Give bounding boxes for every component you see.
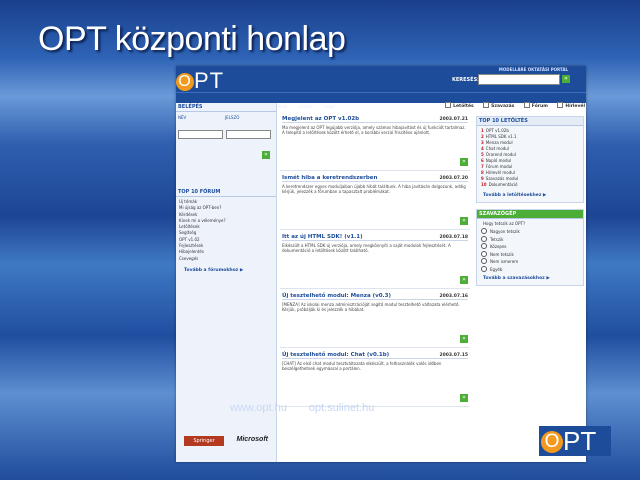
- tab-poll[interactable]: Szavazás: [483, 102, 514, 109]
- poll-box: SZAVAZÓGÉP Hogy tetszik az OPT? Nagyon t…: [476, 209, 584, 286]
- radio-icon: [481, 235, 487, 242]
- downloads-more-link[interactable]: Tovább a letöltésekhez ▶: [477, 190, 583, 202]
- radio-icon: [481, 258, 487, 264]
- news-article: Új tesztelhető modul: Menza (v0.3) 2003.0…: [280, 291, 470, 348]
- forum-item[interactable]: Csevegés: [179, 256, 273, 262]
- right-column: TOP 10 LETÖLTÉS 1 OPT v1.02b 2 HTML SDK v1…: [476, 116, 584, 462]
- slide-title: OPT központi honlap: [38, 20, 346, 58]
- tab-downloads[interactable]: Letöltés: [445, 102, 474, 109]
- article-title[interactable]: Megjelent az OPT v1.02b: [282, 116, 359, 122]
- download-item[interactable]: 10 Dokumentáció: [481, 182, 579, 188]
- article-date: 2003.07.15: [439, 352, 468, 358]
- news-article: Ismét hiba a keretrendszerben 2003.07.20 …: [280, 173, 470, 230]
- article-title[interactable]: Itt az új HTML SDK! (v1.1): [282, 234, 363, 240]
- forum-list: Új témák Mi újság az OPT-ben? Kérdések K…: [176, 197, 276, 264]
- username-field[interactable]: [178, 130, 223, 139]
- article-body: Elkészült a HTML SDK új verziója, amely …: [282, 243, 451, 254]
- login-title: BELÉPÉS: [176, 103, 276, 112]
- radio-icon: [481, 250, 487, 257]
- article-title[interactable]: Új tesztelhető modul: Chat (v0.1b): [282, 352, 389, 358]
- article-body: A keretrendszer egyes moduljaiban újabb …: [282, 184, 466, 195]
- top-links[interactable]: MODELLÁRE OKTATÁSI PORTÁL: [499, 67, 568, 72]
- password-field[interactable]: [226, 130, 271, 139]
- downloads-list: 1 OPT v1.02b 2 HTML SDK v1.1 3 Menza modul …: [477, 126, 583, 190]
- forum-more-link[interactable]: Tovább a fórumokhoz ▶: [184, 268, 268, 273]
- microsoft-logo: Microsoft: [236, 436, 269, 443]
- username-label: NÉV: [178, 115, 187, 120]
- forum-title: TOP 10 FÓRUM: [176, 188, 276, 197]
- login-go-button[interactable]: »: [262, 151, 270, 159]
- article-body: [MENZA] Az iskolai menza adminisztrációj…: [282, 302, 460, 313]
- tab-forum[interactable]: Fórum: [523, 102, 548, 109]
- article-date: 2003.07.18: [439, 234, 468, 240]
- news-article: Itt az új HTML SDK! (v1.1) 2003.07.18 Elk…: [280, 232, 470, 289]
- article-title[interactable]: Ismét hiba a keretrendszerben: [282, 175, 377, 181]
- url-watermark: www.opt.hu opt.sulinet.hu: [230, 402, 375, 414]
- downloads-title: TOP 10 LETÖLTÉS: [477, 117, 583, 126]
- news-article: Új tesztelhető modul: Chat (v0.1b) 2003.0…: [280, 350, 470, 407]
- poll-option[interactable]: Nem tetszik: [477, 250, 583, 259]
- article-date: 2003.07.20: [439, 175, 468, 181]
- search-input[interactable]: [478, 74, 560, 85]
- article-title[interactable]: Új tesztelhető modul: Menza (v0.3): [282, 293, 391, 299]
- article-more-button[interactable]: »: [460, 158, 468, 166]
- poll-option[interactable]: Tetszik: [477, 235, 583, 244]
- poll-question: Hogy tetszik az OPT?: [483, 221, 526, 226]
- article-more-button[interactable]: »: [460, 217, 468, 225]
- poll-more-link[interactable]: Tovább a szavazásokhoz ▶: [477, 273, 583, 285]
- opt-corner-logo: O PT: [539, 426, 611, 456]
- poll-option[interactable]: Nem ismerem: [477, 258, 583, 266]
- downloads-box: TOP 10 LETÖLTÉS 1 OPT v1.02b 2 HTML SDK v1…: [476, 116, 584, 203]
- search-go-button[interactable]: »: [562, 75, 570, 83]
- poll-option[interactable]: Nagyon tetszik: [477, 228, 583, 236]
- poll-title: SZAVAZÓGÉP: [477, 210, 583, 219]
- article-more-button[interactable]: »: [460, 335, 468, 343]
- article-body: [CHAT] Az első chat modul tesztváltozata…: [282, 361, 442, 372]
- article-body: Ma megjelent az OPT legújabb verziója, a…: [282, 125, 466, 136]
- article-date: 2003.07.16: [439, 293, 468, 299]
- tab-newsletter[interactable]: Hírlevél: [557, 102, 585, 109]
- tab-bar: Letöltés Szavazás Fórum Hírlevél: [437, 102, 585, 109]
- article-more-button[interactable]: »: [460, 394, 468, 402]
- password-label: JELSZÓ: [225, 115, 240, 120]
- site-header: O PT MODELLÁRE OKTATÁSI PORTÁL KERESÉS: »: [176, 66, 586, 94]
- radio-icon: [481, 228, 487, 234]
- poll-option[interactable]: Közepes: [477, 243, 583, 251]
- radio-icon: [481, 243, 487, 249]
- article-date: 2003.07.21: [439, 116, 468, 122]
- news-article: Megjelent az OPT v1.02b 2003.07.21 Ma meg…: [280, 114, 470, 171]
- radio-icon: [481, 265, 487, 272]
- poll-option[interactable]: Egyéb: [477, 265, 583, 274]
- article-more-button[interactable]: »: [460, 276, 468, 284]
- search-label: KERESÉS:: [452, 77, 480, 83]
- springer-logo: Springer: [184, 436, 224, 446]
- site-logo[interactable]: O PT: [176, 68, 224, 94]
